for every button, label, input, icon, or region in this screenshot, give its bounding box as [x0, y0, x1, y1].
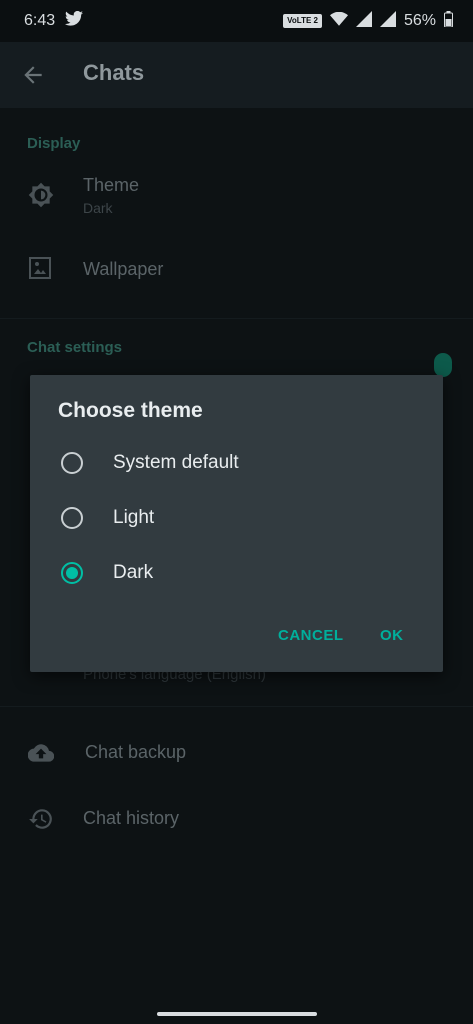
theme-option-dark[interactable]: Dark — [30, 548, 443, 598]
gesture-handle[interactable] — [157, 1012, 317, 1016]
cancel-button[interactable]: CANCEL — [278, 627, 344, 644]
radio-button-selected[interactable] — [61, 562, 83, 584]
theme-option-label: System default — [113, 452, 239, 473]
ok-button[interactable]: OK — [380, 627, 404, 644]
radio-button[interactable] — [61, 452, 83, 474]
theme-option-label: Dark — [113, 562, 154, 583]
theme-option-label: Light — [113, 507, 155, 528]
theme-option-light[interactable]: Light — [30, 493, 443, 543]
theme-option-system-default[interactable]: System default — [30, 438, 443, 488]
radio-button[interactable] — [61, 507, 83, 529]
navigation-bar — [0, 994, 473, 1024]
dialog-title: Choose theme — [58, 399, 203, 422]
choose-theme-dialog: Choose theme System default Light Dark C… — [30, 375, 443, 672]
